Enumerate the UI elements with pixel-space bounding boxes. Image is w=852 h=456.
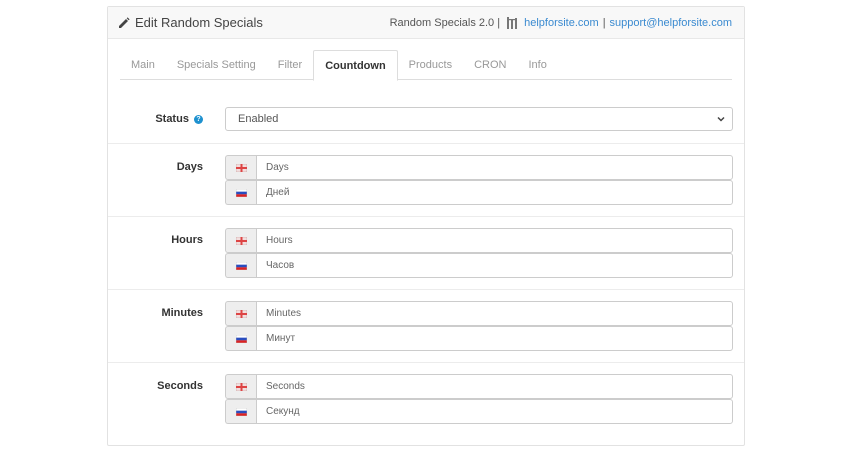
- hours-ru-group: Часов: [225, 253, 733, 278]
- minutes-ru-group: Минут: [225, 326, 733, 351]
- sitemap-icon: [506, 16, 518, 29]
- site-link[interactable]: helpforsite.com: [524, 17, 599, 29]
- status-value: Enabled: [238, 113, 279, 125]
- tab-cron[interactable]: CRON: [463, 50, 517, 80]
- edit-panel: Edit Random Specials Random Specials 2.0…: [107, 6, 745, 446]
- flag-en-icon: [235, 163, 247, 172]
- hours-en-input[interactable]: Hours: [256, 228, 733, 253]
- email-link[interactable]: support@helpforsite.com: [610, 17, 732, 29]
- seconds-en-group: Seconds: [225, 374, 733, 399]
- tab-countdown[interactable]: Countdown: [313, 50, 398, 81]
- status-label: Status: [155, 113, 189, 125]
- minutes-en-group: Minutes: [225, 301, 733, 326]
- seconds-label: Seconds: [157, 380, 203, 392]
- question-icon[interactable]: ?: [194, 115, 203, 124]
- tab-specials-setting[interactable]: Specials Setting: [166, 50, 267, 80]
- header-separator: |: [602, 16, 606, 29]
- page-title: Edit Random Specials: [135, 15, 263, 30]
- seconds-row: Seconds Seconds Секунд: [108, 363, 744, 445]
- minutes-row: Minutes Minutes Минут: [108, 290, 744, 363]
- flag-ru-icon: [235, 407, 247, 416]
- version-text: Random Specials 2.0 |: [389, 16, 501, 29]
- status-select[interactable]: Enabled: [225, 107, 733, 131]
- days-ru-input[interactable]: Дней: [256, 180, 733, 205]
- minutes-ru-input[interactable]: Минут: [256, 326, 733, 351]
- minutes-en-input[interactable]: Minutes: [256, 301, 733, 326]
- tab-main[interactable]: Main: [120, 50, 166, 80]
- minutes-label: Minutes: [161, 307, 203, 319]
- days-en-input[interactable]: Days: [256, 155, 733, 180]
- flag-ru-icon: [235, 334, 247, 343]
- chevron-down-icon: [717, 116, 725, 122]
- hours-ru-input[interactable]: Часов: [256, 253, 733, 278]
- days-label: Days: [176, 161, 203, 173]
- status-row: Status ? Enabled: [108, 96, 744, 144]
- days-ru-group: Дней: [225, 180, 733, 205]
- tab-products[interactable]: Products: [398, 50, 463, 80]
- flag-en-icon: [235, 309, 247, 318]
- seconds-ru-input[interactable]: Секунд: [256, 399, 733, 424]
- hours-label: Hours: [171, 234, 203, 246]
- tab-filter[interactable]: Filter: [267, 50, 313, 80]
- panel-heading: Edit Random Specials Random Specials 2.0…: [108, 7, 744, 39]
- flag-en-icon: [235, 382, 247, 391]
- hours-en-group: Hours: [225, 228, 733, 253]
- flag-ru-icon: [235, 188, 247, 197]
- flag-ru-icon: [235, 261, 247, 270]
- days-en-group: Days: [225, 155, 733, 180]
- seconds-en-input[interactable]: Seconds: [256, 374, 733, 399]
- tab-bar: Main Specials Setting Filter Countdown P…: [120, 50, 732, 81]
- tab-info[interactable]: Info: [517, 50, 557, 80]
- hours-row: Hours Hours Часов: [108, 217, 744, 290]
- flag-en-icon: [235, 236, 247, 245]
- days-row: Days Days Дней: [108, 144, 744, 217]
- pencil-icon: [118, 16, 130, 29]
- seconds-ru-group: Секунд: [225, 399, 733, 424]
